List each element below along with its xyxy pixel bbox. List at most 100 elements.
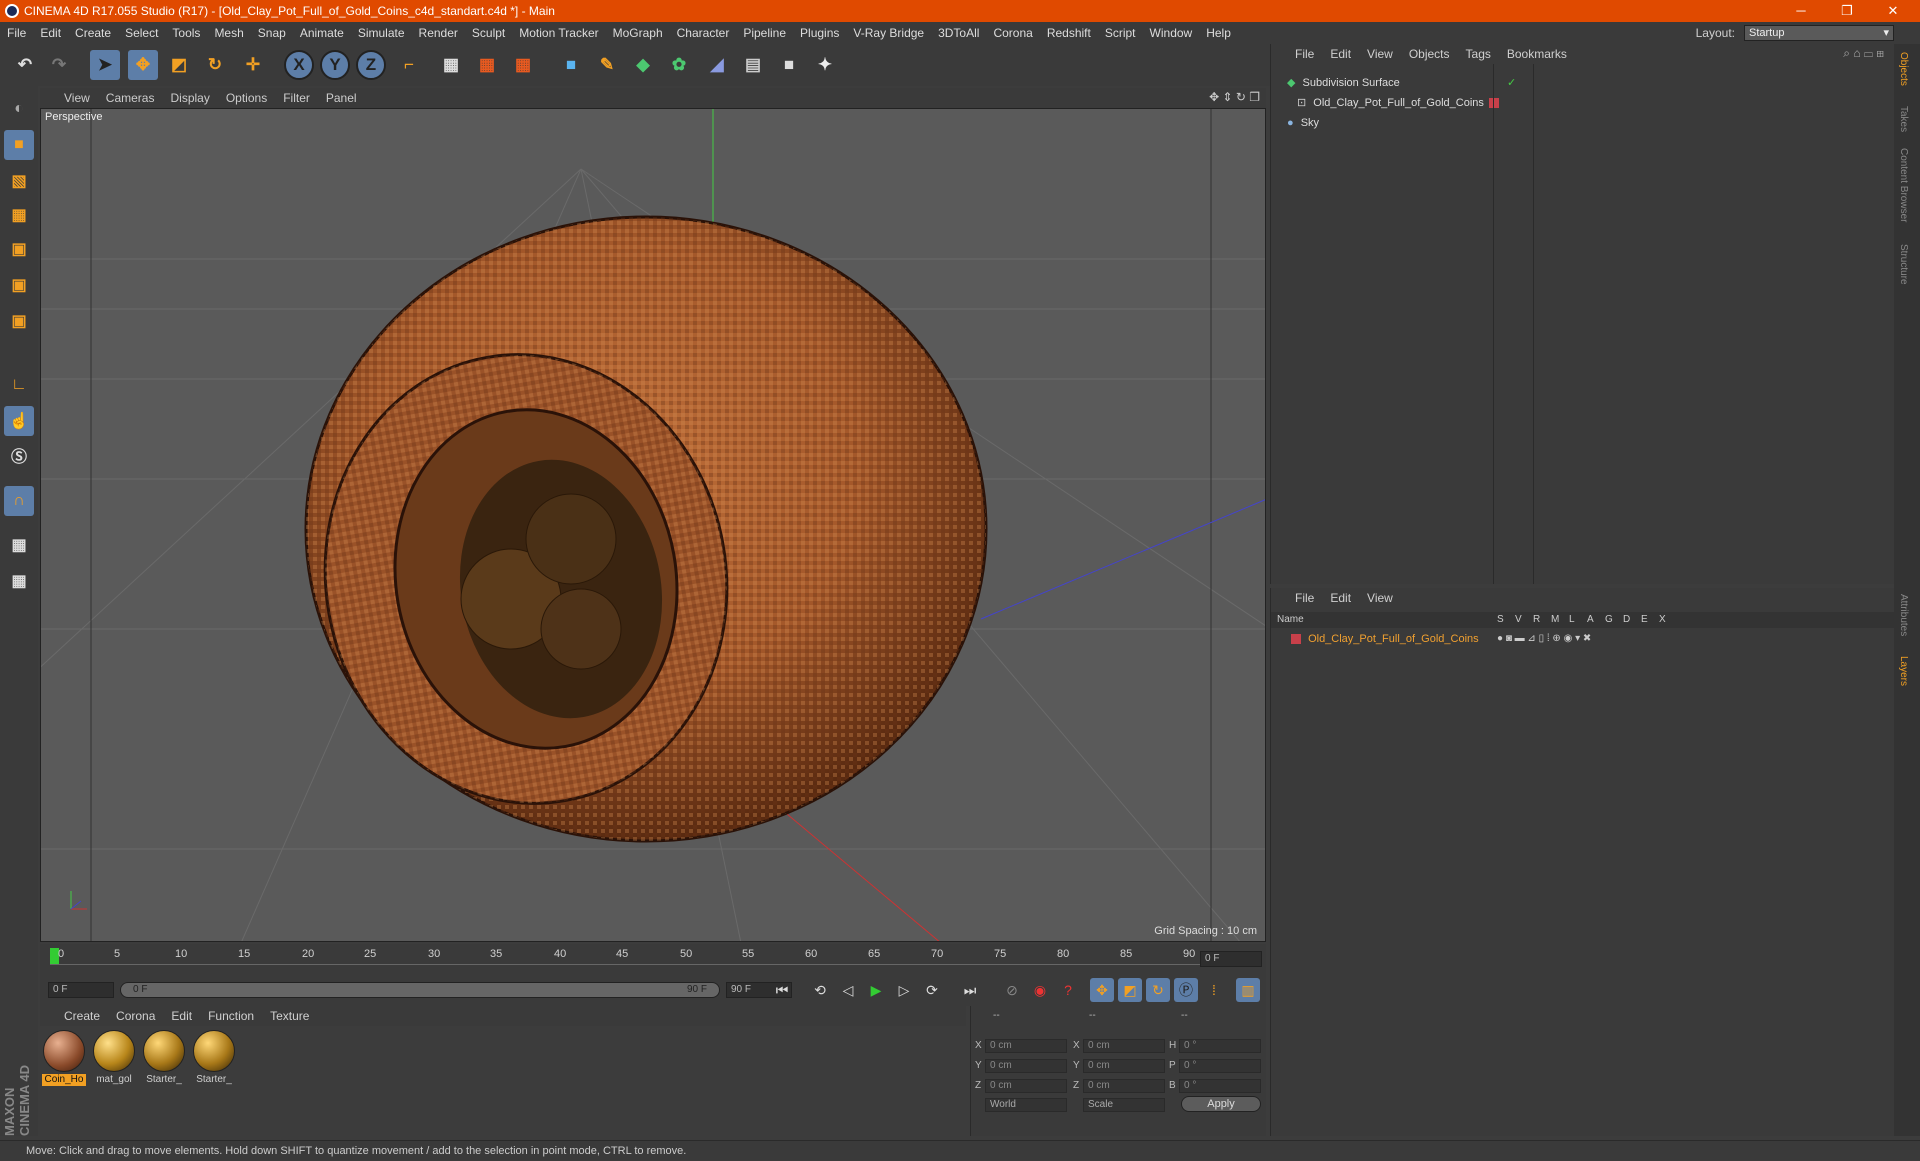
light-icon[interactable]: ✦ [810,50,840,80]
redo-icon[interactable]: ↷ [44,50,74,80]
viewport-menu-panel[interactable]: Panel [318,88,365,108]
layer-color-swatch[interactable] [1291,634,1301,645]
make-editable-icon[interactable]: ◐ [4,94,34,124]
floor-icon[interactable]: ▤ [738,50,768,80]
scale-mode-select[interactable]: Scale [1083,1098,1165,1112]
viewport-menu-options[interactable]: Options [218,88,275,108]
viewport-nav-icons[interactable]: ✥ ⇕ ↻ ❐ [1209,90,1260,104]
restore-button[interactable]: ❐ [1824,0,1870,22]
autokey-icon[interactable]: ◉ [1028,978,1052,1002]
object-row-sky[interactable]: ● Sky [1279,114,1891,132]
tweak-mode-icon[interactable]: ☝ [4,406,34,436]
menu-script[interactable]: Script [1098,22,1143,44]
tab-takes[interactable]: Takes [1898,106,1909,132]
material-gold[interactable]: mat_gol [92,1030,136,1086]
axis-y-button[interactable]: Y [320,50,350,80]
material-menu-texture[interactable]: Texture [262,1006,317,1026]
key-parameter-icon[interactable]: Ⓟ [1174,978,1198,1002]
menu-snap[interactable]: Snap [251,22,293,44]
rotate-tool-icon[interactable]: ↻ [200,50,230,80]
go-to-end-icon[interactable]: ⏭ [958,978,982,1002]
mograph-cloner-icon[interactable]: ✿ [664,50,694,80]
size-z-field[interactable]: 0 cm [1083,1079,1165,1093]
material-tag-swatch[interactable] [1489,98,1499,108]
menu-corona[interactable]: Corona [986,22,1039,44]
next-frame-icon[interactable]: ▷ [892,978,916,1002]
perspective-viewport[interactable]: Perspective Grid Spacing : 10 cm [40,108,1266,942]
deformer-icon[interactable]: ◢ [702,50,732,80]
layer-toggle-icons[interactable]: ● ◙ ▬ ⊿ ▯ ⁞ ⊕ ◉ ▾ ✖ [1497,630,1591,648]
size-y-field[interactable]: 0 cm [1083,1059,1165,1073]
layer-menu-edit[interactable]: Edit [1330,591,1351,605]
render-view-icon[interactable]: ▦ [436,50,466,80]
menu-select[interactable]: Select [118,22,165,44]
previous-frame-icon[interactable]: ◁ [836,978,860,1002]
menu-plugins[interactable]: Plugins [793,22,846,44]
menu-vray-bridge[interactable]: V-Ray Bridge [846,22,931,44]
layout-select[interactable]: Startup ▾ [1744,25,1894,41]
tab-objects[interactable]: Objects [1898,52,1909,86]
apply-button[interactable]: Apply [1181,1096,1261,1112]
menu-file[interactable]: File [0,22,33,44]
tab-layers[interactable]: Layers [1898,656,1909,686]
render-settings-icon[interactable]: ▦ [508,50,538,80]
viewport-menu-cameras[interactable]: Cameras [98,88,163,108]
menu-help[interactable]: Help [1199,22,1238,44]
snap-icon[interactable]: ∩ [4,486,34,516]
rotation-h-field[interactable]: 0 ° [1179,1039,1261,1053]
size-x-field[interactable]: 0 cm [1083,1039,1165,1053]
rotation-p-field[interactable]: 0 ° [1179,1059,1261,1073]
locked-workplane-icon[interactable]: ▦ [4,530,34,560]
tab-structure[interactable]: Structure [1898,244,1909,285]
menu-animate[interactable]: Animate [293,22,351,44]
menu-window[interactable]: Window [1143,22,1200,44]
layer-menu-view[interactable]: View [1367,591,1393,605]
texture-mode-icon[interactable]: ▧ [4,166,34,196]
live-move-icon[interactable]: ✛ [238,50,268,80]
undo-icon[interactable]: ↶ [10,50,40,80]
subdivision-icon[interactable]: ◆ [628,50,658,80]
menu-edit[interactable]: Edit [33,22,68,44]
object-menu-file[interactable]: File [1295,47,1314,61]
object-menu-tags[interactable]: Tags [1466,47,1491,61]
material-menu-edit[interactable]: Edit [163,1006,200,1026]
object-menu-view[interactable]: View [1367,47,1393,61]
viewport-menu-display[interactable]: Display [162,88,217,108]
object-menu-bookmarks[interactable]: Bookmarks [1507,47,1567,61]
menu-3dtoall[interactable]: 3DToAll [931,22,986,44]
object-menu-objects[interactable]: Objects [1409,47,1450,61]
polygons-mode-icon[interactable]: ▣ [4,306,34,336]
axis-x-button[interactable]: X [284,50,314,80]
start-frame-field[interactable]: 0 F [48,982,114,998]
scale-tool-icon[interactable]: ◩ [164,50,194,80]
menu-pipeline[interactable]: Pipeline [736,22,793,44]
layer-menu-file[interactable]: File [1295,591,1314,605]
menu-simulate[interactable]: Simulate [351,22,412,44]
select-cursor-icon[interactable]: ➤ [90,50,120,80]
menu-mesh[interactable]: Mesh [207,22,250,44]
coordinate-space-select[interactable]: World [985,1098,1067,1112]
layer-row[interactable]: Old_Clay_Pot_Full_of_Gold_Coins ● ◙ ▬ ⊿ … [1271,630,1883,648]
material-menu-create[interactable]: Create [56,1006,108,1026]
key-pla-icon[interactable]: ⁞ [1202,978,1226,1002]
pen-spline-icon[interactable]: ✎ [592,50,622,80]
key-scale-icon[interactable]: ◩ [1118,978,1142,1002]
tab-attributes[interactable]: Attributes [1898,594,1909,636]
camera-icon[interactable]: ■ [774,50,804,80]
planar-workplane-icon[interactable]: ▦ [4,566,34,596]
key-rotation-icon[interactable]: ↻ [1146,978,1170,1002]
material-coin[interactable]: Coin_Ho [42,1030,86,1086]
workplane-icon[interactable]: ▦ [4,200,34,230]
coordinate-system-icon[interactable]: ⌐ [394,50,424,80]
menu-mograph[interactable]: MoGraph [606,22,670,44]
position-y-field[interactable]: 0 cm [985,1059,1067,1073]
menu-render[interactable]: Render [412,22,465,44]
timeline[interactable]: 0 5 10 15 20 25 30 35 40 45 50 55 60 65 … [40,944,1266,974]
position-z-field[interactable]: 0 cm [985,1079,1067,1093]
current-frame-field[interactable]: 0 F [1200,951,1262,967]
go-to-start-icon[interactable]: ⏮ [770,978,794,1002]
edges-mode-icon[interactable]: ▣ [4,270,34,300]
model-mode-icon[interactable]: ■ [4,130,34,160]
menu-tools[interactable]: Tools [165,22,207,44]
key-position-icon[interactable]: ✥ [1090,978,1114,1002]
